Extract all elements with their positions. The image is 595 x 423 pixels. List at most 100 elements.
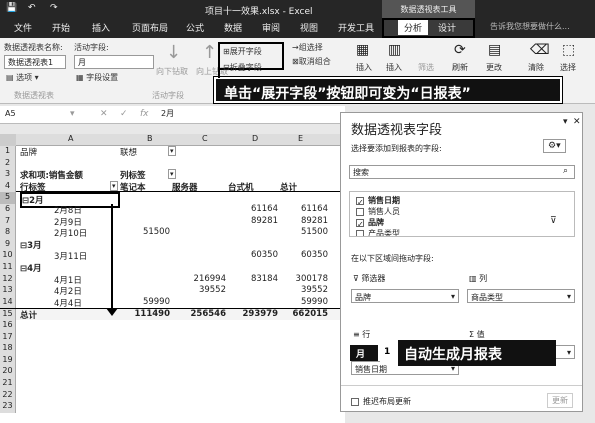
col-header-e[interactable]: E: [298, 134, 303, 143]
pane-dropdown-icon[interactable]: ▾: [563, 117, 568, 127]
formula-input[interactable]: 2月: [158, 107, 343, 121]
group-selection-button[interactable]: →组选择: [292, 42, 323, 53]
defer-update-checkbox[interactable]: 推迟布局更新: [351, 396, 411, 407]
collapse-field-button[interactable]: ⊟折叠字段: [223, 62, 262, 73]
row-header[interactable]: 16: [0, 320, 16, 332]
row-header[interactable]: 21: [0, 378, 16, 390]
gear-icon[interactable]: ⚙▾: [543, 139, 566, 153]
update-button[interactable]: 更新: [547, 393, 573, 408]
tab-file[interactable]: 文件: [14, 21, 32, 34]
checkbox-checked[interactable]: ✓: [356, 196, 364, 207]
cell-b3[interactable]: 列标签: [120, 169, 170, 181]
cell-b4[interactable]: 笔记本: [120, 181, 170, 193]
enter-icon[interactable]: ✓: [120, 109, 128, 119]
cell-b14[interactable]: 59990: [120, 297, 170, 307]
tab-formulas[interactable]: 公式: [186, 21, 204, 34]
cell-d6[interactable]: 61164: [228, 204, 278, 214]
cell-a9[interactable]: ⊟3月: [20, 239, 120, 251]
field-salesperson[interactable]: 销售人员: [356, 206, 400, 217]
field-product-type[interactable]: 产品类型: [356, 228, 400, 236]
col-header-d[interactable]: D: [252, 134, 258, 143]
row-header[interactable]: 19: [0, 354, 16, 367]
tab-data[interactable]: 数据: [224, 21, 242, 34]
cell-b15[interactable]: 111490: [120, 309, 171, 319]
cell-d15[interactable]: 293979: [228, 309, 279, 319]
cell-c12[interactable]: 216994: [172, 274, 226, 284]
row-header[interactable]: 11: [0, 262, 16, 274]
cell-d10[interactable]: 60350: [228, 250, 278, 260]
drill-up-icon[interactable]: ↑: [202, 42, 217, 63]
column-label-dropdown-icon[interactable]: ▾: [168, 169, 176, 180]
change-source-icon[interactable]: ▤: [488, 42, 501, 58]
cell-e4[interactable]: 总计: [280, 181, 328, 193]
row-header[interactable]: 10: [0, 250, 16, 262]
cell-d12[interactable]: 83184: [228, 274, 278, 284]
cell-a3[interactable]: 求和项:销售金额: [20, 169, 120, 181]
active-field-input[interactable]: 月: [74, 55, 154, 69]
col-header-a[interactable]: A: [68, 134, 73, 143]
filter-connections-button[interactable]: 筛选: [418, 62, 434, 73]
tab-analyze[interactable]: 分析: [398, 20, 429, 35]
row-header[interactable]: 23: [0, 401, 16, 413]
tab-view[interactable]: 视图: [300, 21, 318, 34]
clear-button[interactable]: 清除: [528, 62, 544, 73]
cell-c15[interactable]: 256546: [172, 309, 227, 319]
filter-item-brand[interactable]: 品牌 ▾: [351, 289, 459, 303]
undo-icon[interactable]: ↶: [28, 3, 36, 13]
insert-slicer-button[interactable]: 插入: [356, 62, 372, 73]
row-header[interactable]: 8: [0, 227, 16, 239]
close-icon[interactable]: ✕: [573, 117, 581, 127]
checkbox[interactable]: [356, 207, 364, 216]
field-settings-button[interactable]: ▦ 字段设置: [76, 72, 118, 83]
cell-a1[interactable]: 品牌: [20, 146, 120, 158]
slicer-icon[interactable]: ▦: [356, 42, 369, 58]
row-header[interactable]: 9: [0, 238, 16, 251]
cell-e15[interactable]: 662015: [280, 309, 329, 319]
refresh-icon[interactable]: ⟳: [454, 42, 466, 58]
row-header[interactable]: 5: [0, 192, 16, 204]
tab-design[interactable]: 设计: [438, 21, 456, 34]
pt-name-input[interactable]: 数据透视表1: [4, 55, 66, 69]
row-header[interactable]: 17: [0, 331, 16, 344]
tab-review[interactable]: 审阅: [262, 21, 280, 34]
checkbox[interactable]: [356, 229, 364, 236]
row-header[interactable]: 13: [0, 285, 16, 297]
tab-insert[interactable]: 插入: [92, 21, 110, 34]
filter-icon[interactable]: ⊽: [550, 216, 557, 226]
row-header[interactable]: 18: [0, 343, 16, 355]
row-item-month[interactable]: 月: [350, 345, 378, 361]
row-header[interactable]: 14: [0, 296, 16, 309]
cell-a4[interactable]: 行标签: [20, 181, 120, 193]
ungroup-button[interactable]: ⊠取消组合: [292, 56, 331, 67]
row-header[interactable]: 4: [0, 180, 16, 193]
cell-e6[interactable]: 61164: [280, 204, 328, 214]
drill-down-button[interactable]: 向下钻取: [156, 66, 188, 77]
field-sales-date[interactable]: ✓ 销售日期: [356, 195, 400, 207]
drill-down-icon[interactable]: ↓: [166, 42, 181, 63]
filter-dropdown-icon[interactable]: ▾: [168, 146, 176, 156]
row-label-dropdown-icon[interactable]: ▾: [110, 180, 118, 191]
tab-page-layout[interactable]: 页面布局: [132, 21, 168, 34]
field-brand[interactable]: ✓ 品牌: [356, 217, 384, 229]
row-header[interactable]: 22: [0, 389, 16, 402]
worksheet-grid[interactable]: 1 品牌 联想 ▾ 2 3 求和项:销售金额 列标签 ▾ 4 行标签 笔记本 服务器 台式机 总计 ▾ 5 ⊟2月…: [0, 146, 345, 423]
cell-d7[interactable]: 89281: [228, 216, 278, 226]
name-box[interactable]: A5: [2, 108, 64, 122]
tell-me-search[interactable]: 告诉我您想要做什么...: [490, 21, 570, 32]
redo-icon[interactable]: ↷: [50, 3, 58, 13]
cell-e10[interactable]: 60350: [280, 250, 328, 260]
cell-e12[interactable]: 300178: [280, 274, 328, 284]
row-header[interactable]: 20: [0, 366, 16, 378]
select-button[interactable]: 选择: [560, 62, 576, 73]
row-header[interactable]: 7: [0, 215, 16, 228]
cancel-icon[interactable]: ✕: [100, 109, 108, 119]
select-icon[interactable]: ⬚: [562, 42, 575, 58]
cell-e8[interactable]: 51500: [280, 227, 328, 237]
cell-e13[interactable]: 39552: [280, 285, 328, 295]
options-button[interactable]: ▤ 选项 ▾: [6, 72, 39, 83]
clear-icon[interactable]: ⌫: [530, 42, 550, 58]
expand-field-button[interactable]: ⊞展开字段: [223, 46, 262, 57]
row-header[interactable]: 6: [0, 204, 16, 216]
function-icon[interactable]: fx: [140, 109, 149, 119]
tab-developer[interactable]: 开发工具: [338, 21, 374, 34]
